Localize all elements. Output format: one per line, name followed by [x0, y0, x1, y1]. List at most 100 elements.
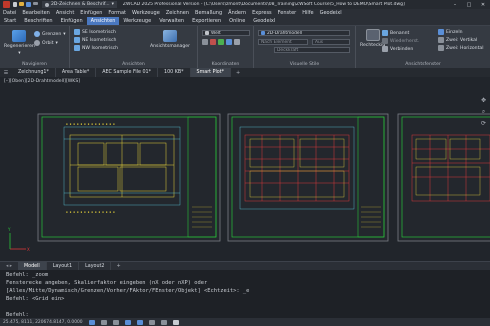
new-tab-button[interactable]: + — [231, 70, 245, 76]
menu-item-6[interactable]: Zeichnen — [163, 10, 192, 16]
menu-item-1[interactable]: Bearbeiten — [19, 10, 52, 16]
view-manager-button[interactable]: Ansichtsmanager — [150, 30, 190, 49]
undo-icon[interactable] — [33, 2, 38, 5]
opacity-field[interactable]: Deckkraft — [274, 47, 350, 53]
ribbon-tab-5[interactable]: Verwalten — [155, 17, 188, 25]
orbit-icon[interactable]: ⟳ — [481, 120, 486, 127]
osnap-toggle-icon[interactable] — [136, 319, 143, 325]
ortho-toggle-icon[interactable] — [112, 319, 119, 325]
menu-item-7[interactable]: Bemaßung — [192, 10, 225, 16]
tab-scroll-icon[interactable]: ◂ ▸ — [0, 264, 18, 269]
ribbon-tab-2[interactable]: Einfügen — [57, 17, 87, 25]
view-se-label: SE Isometrisch — [82, 29, 116, 35]
quick-access-toolbar[interactable] — [13, 2, 38, 7]
command-history-line: Befehl: <Grid ein> — [6, 296, 65, 302]
workspace-selector[interactable]: 2D-Zeichnen & Beschrif... ▾ — [42, 1, 117, 8]
grid-toggle-icon[interactable] — [88, 319, 95, 325]
group-label-ansichtsfenster: Ansichtsfenster — [405, 62, 441, 67]
iso-cube-icon — [74, 37, 80, 43]
group-label-navigieren: Navigieren — [22, 62, 47, 67]
maximize-button[interactable]: □ — [462, 2, 476, 8]
new-layout-button[interactable]: + — [111, 263, 125, 269]
command-window[interactable]: Befehl: _zoom Fensterecke angeben, Skalie… — [0, 270, 490, 318]
ucs-select[interactable]: Welt — [202, 30, 250, 36]
ribbon-tab-4[interactable]: Werkzeuge — [119, 17, 155, 25]
menu-item-8[interactable]: Ändern — [225, 10, 249, 16]
menu-item-2[interactable]: Ansicht — [53, 10, 77, 16]
view-ne-iso-button[interactable]: NE Isometrisch — [74, 37, 116, 43]
ucs-3point-icon[interactable] — [234, 39, 240, 45]
close-button[interactable]: ✕ — [476, 2, 490, 8]
minimize-button[interactable]: – — [448, 2, 462, 8]
join-viewports-button[interactable]: Verbinden — [382, 46, 413, 52]
iso-cube-icon — [74, 29, 80, 35]
document-tab-1[interactable]: Area Table* — [56, 68, 97, 77]
group-label-koordinaten: Koordinaten — [211, 62, 240, 67]
menu-item-5[interactable]: Werkzeuge — [129, 10, 163, 16]
document-tab-2[interactable]: AEC Sample File 01* — [96, 68, 159, 77]
regenerate-button[interactable]: Regenerieren ▾ — [4, 30, 35, 56]
view-se-iso-button[interactable]: SE Isometrisch — [74, 29, 116, 35]
lwt-toggle-icon[interactable] — [160, 319, 167, 325]
layout-tab-2[interactable]: Layout2 — [79, 262, 112, 270]
join-label: Verbinden — [390, 46, 414, 52]
new-file-icon[interactable] — [13, 2, 17, 7]
ribbon-tab-0[interactable]: Start — [0, 17, 20, 25]
document-tab-0[interactable]: Zeichnung1* — [12, 68, 56, 77]
shadow-select[interactable]: Aus — [312, 39, 350, 45]
menu-item-4[interactable]: Format — [105, 10, 129, 16]
ribbon-tab-6[interactable]: Exportieren — [188, 17, 225, 25]
visual-style-select[interactable]: 2D-Drahtmodell — [258, 30, 350, 36]
restore-viewport-button[interactable]: Wiederherst. — [382, 38, 419, 44]
ucs-y-icon[interactable] — [218, 39, 224, 45]
menu-item-10[interactable]: Fenster — [275, 10, 300, 16]
ucs-tools — [202, 39, 240, 45]
split-horizontal-button[interactable]: Zwei: Horizontal — [438, 45, 483, 51]
status-bar: 25.475, 8111, 220674.8147, 0.0000 — [0, 318, 490, 326]
drawing-sheet-3 — [397, 113, 490, 242]
polar-toggle-icon[interactable] — [124, 319, 131, 325]
group-koordinaten: Welt Koordinaten — [198, 26, 254, 68]
save-icon[interactable] — [26, 2, 31, 7]
split-single-button[interactable]: Einzeln — [438, 29, 463, 35]
view-nw-iso-button[interactable]: NW Isometrisch — [74, 45, 118, 51]
drawing-viewport[interactable]: [–][Oben][2D-Drahtmodell][WKS] ▪ ▪ ▪ ▪ ▪… — [0, 77, 490, 261]
named-viewports-button[interactable]: Benannt — [382, 30, 409, 36]
ribbon-tab-8[interactable]: Geodeixl — [249, 17, 279, 25]
edge-color-select[interactable]: Nach Element — [258, 39, 308, 45]
ucs-z-icon[interactable] — [226, 39, 232, 45]
menu-item-3[interactable]: Einfügen — [77, 10, 105, 16]
menu-item-11[interactable]: Hilfe — [299, 10, 316, 16]
join-icon — [382, 46, 388, 52]
ribbon-tab-1[interactable]: Beschriften — [20, 17, 56, 25]
svg-text:▪ ▪ ▪ ▪ ▪ ▪ ▪ ▪ ▪ ▪ ▪ ▪ ▪ ▪: ▪ ▪ ▪ ▪ ▪ ▪ ▪ ▪ ▪ ▪ ▪ ▪ ▪ ▪ — [66, 122, 115, 126]
split-vertical-icon — [438, 37, 444, 43]
open-file-icon[interactable] — [19, 2, 24, 6]
ribbon-tab-7[interactable]: Online — [225, 17, 249, 25]
document-tab-4[interactable]: Smart Plot* — [190, 68, 232, 77]
zoom-icon[interactable]: ⌕ — [482, 108, 485, 116]
orbit-button[interactable]: Orbit ▾ — [34, 40, 58, 46]
restore-icon — [382, 38, 388, 44]
split-vertical-label: Zwei: Vertikal — [446, 37, 478, 43]
ucs-x-icon[interactable] — [210, 39, 216, 45]
ucs-origin-icon[interactable] — [202, 39, 208, 45]
document-tab-3[interactable]: 100 KB* — [158, 68, 191, 77]
menu-bar: Datei Bearbeiten Ansicht Einfügen Format Werk… — [0, 9, 490, 17]
zoom-extents-label: Grenzen — [42, 31, 62, 37]
menu-item-0[interactable]: Datei — [0, 10, 19, 16]
start-page-icon[interactable]: ☰ — [0, 70, 12, 76]
menu-item-12[interactable]: Geodeixl — [317, 10, 345, 16]
otrack-toggle-icon[interactable] — [148, 319, 155, 325]
menu-item-9[interactable]: Express — [249, 10, 275, 16]
zoom-extents-button[interactable]: Grenzen ▾ — [34, 31, 66, 37]
layout-tab-1[interactable]: Layout1 — [47, 262, 80, 270]
chevron-down-icon: ▾ — [55, 40, 58, 46]
split-vertical-button[interactable]: Zwei: Vertikal — [438, 37, 477, 43]
model-toggle-icon[interactable] — [172, 319, 179, 325]
pan-icon[interactable]: ✥ — [481, 97, 486, 104]
snap-toggle-icon[interactable] — [100, 319, 107, 325]
drawing-canvas[interactable]: ▪ ▪ ▪ ▪ ▪ ▪ ▪ ▪ ▪ ▪ ▪ ▪ ▪ ▪ ▪ ▪ ▪ ▪ ▪ ▪ … — [0, 77, 490, 261]
ribbon-tab-3[interactable]: Ansichten — [86, 17, 120, 25]
layout-tab-0[interactable]: Modell — [18, 262, 47, 270]
